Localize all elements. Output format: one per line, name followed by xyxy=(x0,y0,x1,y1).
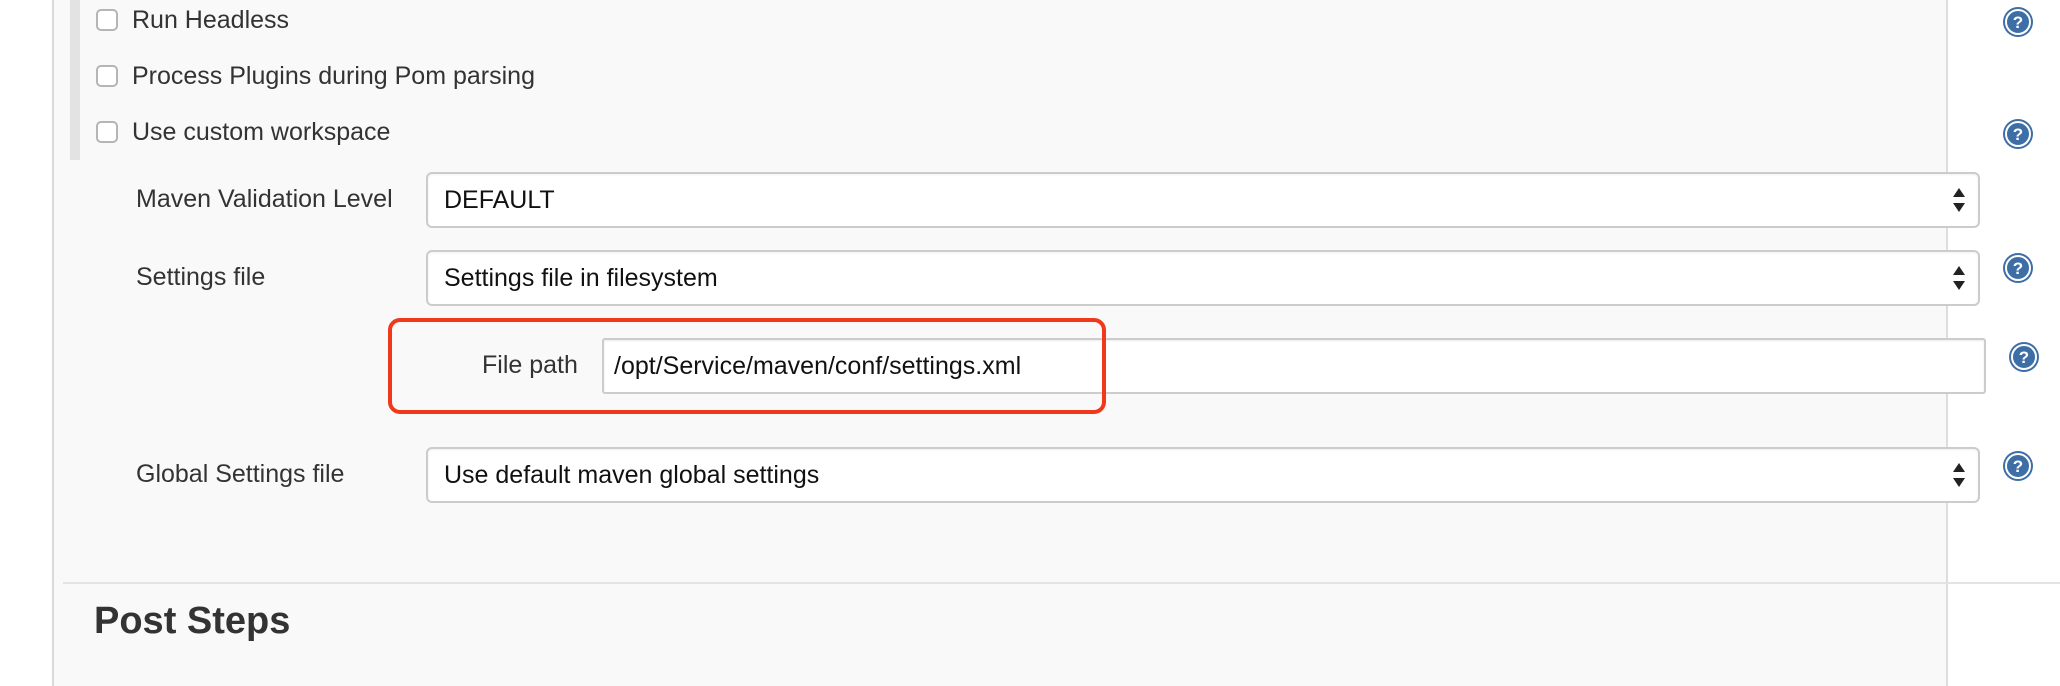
settings-file-value: Settings file in filesystem xyxy=(444,264,718,292)
chevron-updown-icon xyxy=(1953,266,1965,290)
global-settings-file-label: Global Settings file xyxy=(136,460,345,488)
panel-left-border xyxy=(52,0,54,686)
svg-text:?: ? xyxy=(2019,348,2029,367)
svg-text:?: ? xyxy=(2013,13,2023,32)
global-settings-file-value: Use default maven global settings xyxy=(444,461,820,489)
process-plugins-label: Process Plugins during Pom parsing xyxy=(132,61,535,90)
settings-file-select[interactable]: Settings file in filesystem xyxy=(426,250,1980,306)
custom-workspace-label: Use custom workspace xyxy=(132,117,391,146)
svg-text:?: ? xyxy=(2013,457,2023,476)
help-icon[interactable]: ? xyxy=(2002,118,2034,150)
advanced-options-indent-bar xyxy=(70,0,80,160)
process-plugins-row[interactable]: Process Plugins during Pom parsing xyxy=(96,56,535,96)
run-headless-checkbox[interactable] xyxy=(96,9,118,31)
validation-level-label: Maven Validation Level xyxy=(136,185,393,213)
section-divider xyxy=(63,582,2060,584)
global-settings-file-select[interactable]: Use default maven global settings xyxy=(426,447,1980,503)
run-headless-label: Run Headless xyxy=(132,5,290,34)
chevron-updown-icon xyxy=(1953,188,1965,212)
maven-build-settings-panel: Run Headless Process Plugins during Pom … xyxy=(0,0,2060,686)
file-path-input[interactable]: /opt/Service/maven/conf/settings.xml xyxy=(602,338,1986,394)
help-icon[interactable]: ? xyxy=(2008,341,2040,373)
custom-workspace-checkbox[interactable] xyxy=(96,121,118,143)
svg-text:?: ? xyxy=(2013,259,2023,278)
settings-file-label: Settings file xyxy=(136,263,266,291)
run-headless-row[interactable]: Run Headless xyxy=(96,0,289,40)
post-steps-heading: Post Steps xyxy=(94,600,291,642)
help-icon[interactable]: ? xyxy=(2002,6,2034,38)
validation-level-value: DEFAULT xyxy=(444,186,555,214)
validation-level-select[interactable]: DEFAULT xyxy=(426,172,1980,228)
file-path-value: /opt/Service/maven/conf/settings.xml xyxy=(614,352,1022,380)
help-icon[interactable]: ? xyxy=(2002,252,2034,284)
help-icon[interactable]: ? xyxy=(2002,450,2034,482)
file-path-label: File path xyxy=(482,351,578,379)
chevron-updown-icon xyxy=(1953,463,1965,487)
process-plugins-checkbox[interactable] xyxy=(96,65,118,87)
custom-workspace-row[interactable]: Use custom workspace xyxy=(96,112,390,152)
svg-text:?: ? xyxy=(2013,125,2023,144)
